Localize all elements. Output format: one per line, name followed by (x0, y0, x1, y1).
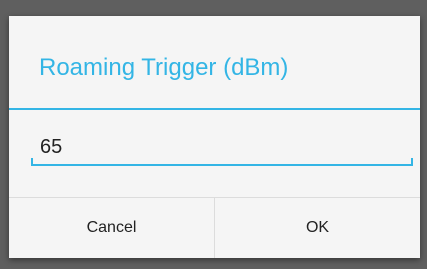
input-underline (31, 164, 413, 166)
dialog-title: Roaming Trigger (dBm) (39, 54, 289, 81)
roaming-trigger-input[interactable] (31, 130, 413, 164)
roaming-trigger-dialog: Roaming Trigger (dBm) Cancel OK (9, 16, 420, 258)
ok-button[interactable]: OK (215, 198, 420, 258)
value-field (31, 130, 413, 170)
cancel-button[interactable]: Cancel (9, 198, 214, 258)
title-divider (9, 108, 420, 110)
input-underline-right-tick (411, 158, 413, 166)
input-underline-left-tick (31, 158, 33, 166)
dialog-button-bar: Cancel OK (9, 197, 420, 258)
